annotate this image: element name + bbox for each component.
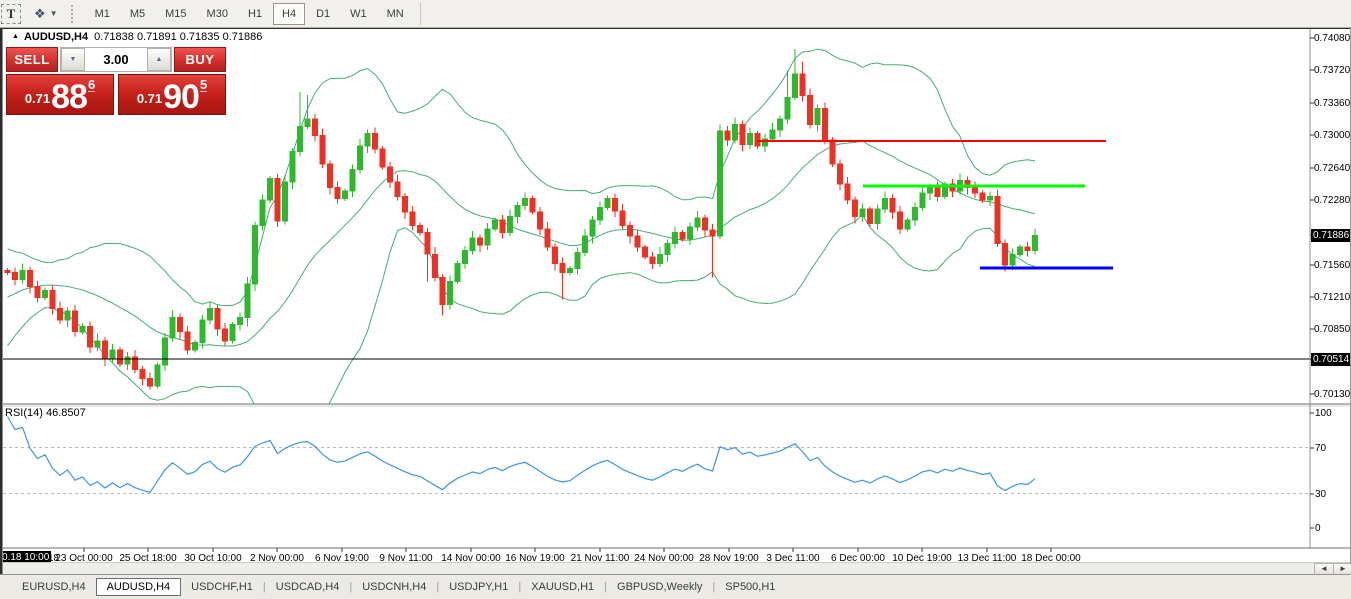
price-axis-label: 0.72280 xyxy=(1314,195,1351,206)
timeframe-button-mn[interactable]: MN xyxy=(378,3,413,25)
timeframe-button-m30[interactable]: M30 xyxy=(198,3,237,25)
timeframe-button-m5[interactable]: M5 xyxy=(121,3,154,25)
chart-pane-left-border xyxy=(2,29,3,574)
sell-price-box[interactable]: 0.71 88 6 xyxy=(6,74,114,115)
timeframe-button-w1[interactable]: W1 xyxy=(341,3,376,25)
chart-symbol-period: AUDUSD,H4 xyxy=(23,31,89,43)
text-tool-button[interactable]: T xyxy=(1,3,21,24)
arrows-icon: ❖ xyxy=(34,6,46,21)
timeframe-toolbar: M1 M5 M15 M30 H1 H4 D1 W1 MN xyxy=(85,0,414,27)
rsi-axis-label: 30 xyxy=(1315,489,1327,500)
volume-field[interactable]: 3.00 xyxy=(85,48,147,71)
rsi-axis-label: 70 xyxy=(1315,443,1327,454)
price-axis-label: 0.72640 xyxy=(1314,163,1351,174)
rsi-axis-label: 0 xyxy=(1315,523,1321,534)
price-axis-label: 0.70130 xyxy=(1314,389,1351,400)
price-badge: 0.70514 xyxy=(1311,353,1351,366)
volume-increase-button[interactable]: ▲ xyxy=(147,48,171,71)
timeframe-button-d1[interactable]: D1 xyxy=(307,3,339,25)
buy-price-pips: 90 xyxy=(163,78,200,116)
chevron-down-icon: ▼ xyxy=(49,9,58,18)
sell-price-pips: 88 xyxy=(51,78,88,116)
chart-title: ▲ AUDUSD,H4 0.71838 0.71891 0.71835 0.7188… xyxy=(12,31,262,43)
volume-decrease-button[interactable]: ▼ xyxy=(61,48,85,71)
buy-price-prefix: 0.71 xyxy=(136,91,163,106)
buy-button[interactable]: BUY xyxy=(174,47,226,72)
one-click-trading-panel: SELL ▼ 3.00 ▲ BUY 0.71 88 6 0.71 90 5 xyxy=(6,47,226,115)
price-axis-label: 0.71210 xyxy=(1314,292,1351,303)
timeframe-button-m1[interactable]: M1 xyxy=(86,3,119,25)
tab-gbpusd-weekly[interactable]: GBPUSD,Weekly xyxy=(607,578,712,596)
buy-price-box[interactable]: 0.71 90 5 xyxy=(118,74,226,115)
top-toolbar: T ❖ ▼ M1 M5 M15 M30 H1 H4 D1 W1 MN xyxy=(0,0,1351,28)
price-axis-label: 0.71560 xyxy=(1314,260,1351,271)
timeframe-button-h4[interactable]: H4 xyxy=(273,2,306,25)
tab-eurusd-h4[interactable]: EURUSD,H4 xyxy=(12,578,96,596)
tab-sp500-h1[interactable]: SP500,H1 xyxy=(715,578,785,596)
rsi-axis-label: 100 xyxy=(1315,408,1332,419)
chart-ohlc-values: 0.71838 0.71891 0.71835 0.71886 xyxy=(94,31,263,43)
buy-price-point: 5 xyxy=(199,77,208,92)
tab-audusd-h4[interactable]: AUDUSD,H4 xyxy=(95,578,182,596)
price-badge: 0.71886 xyxy=(1311,229,1351,242)
sell-price-point: 6 xyxy=(87,77,96,92)
trading-terminal: T ❖ ▼ M1 M5 M15 M30 H1 H4 D1 W1 MN ▲ AUDUSD,H4 0.7… xyxy=(0,0,1351,599)
price-axis-label: 0.73360 xyxy=(1314,98,1351,109)
timeframe-button-m15[interactable]: M15 xyxy=(156,3,195,25)
timeframe-button-h1[interactable]: H1 xyxy=(239,3,271,25)
toolbar-grip-handle[interactable] xyxy=(70,4,77,23)
price-axis-label: 0.73000 xyxy=(1314,130,1351,141)
tab-xauusd-h1[interactable]: XAUUSD,H1 xyxy=(521,578,604,596)
tab-usdjpy-h1[interactable]: USDJPY,H1 xyxy=(439,578,518,596)
volume-stepper: ▼ 3.00 ▲ xyxy=(60,47,172,72)
sell-price-prefix: 0.71 xyxy=(24,91,51,106)
indicator-arrows-button[interactable]: ❖ ▼ xyxy=(31,5,61,22)
toolbar-separator xyxy=(419,2,421,25)
price-axis-label: 0.70850 xyxy=(1314,324,1351,335)
tab-usdchf-h1[interactable]: USDCHF,H1 xyxy=(181,578,263,596)
tab-usdcnh-h4[interactable]: USDCNH,H4 xyxy=(352,578,436,596)
rsi-indicator-label: RSI(14) 46.8507 xyxy=(5,407,86,419)
tab-usdcad-h4[interactable]: USDCAD,H4 xyxy=(266,578,350,596)
symbol-tab-bar: EURUSD,H4 AUDUSD,H4 USDCHF,H1 | USDCAD,H4 | US… xyxy=(0,574,1351,599)
price-axis-label: 0.73720 xyxy=(1314,65,1351,76)
expand-triangle-icon[interactable]: ▲ xyxy=(12,33,19,40)
sell-button[interactable]: SELL xyxy=(6,47,58,72)
price-axis-label: 0.74080 xyxy=(1314,33,1351,44)
